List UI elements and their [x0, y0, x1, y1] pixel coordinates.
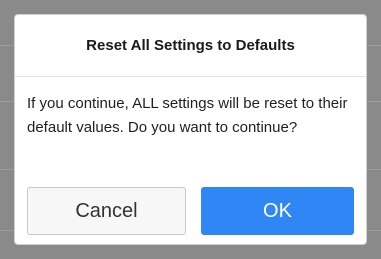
reset-settings-dialog: Reset All Settings to Defaults If you co… — [14, 14, 367, 245]
dialog-title: Reset All Settings to Defaults — [86, 37, 295, 54]
title-divider — [15, 76, 366, 77]
dialog-message: If you continue, ALL settings will be re… — [27, 95, 348, 136]
ok-button[interactable]: OK — [201, 187, 354, 235]
cancel-button[interactable]: Cancel — [27, 187, 186, 235]
